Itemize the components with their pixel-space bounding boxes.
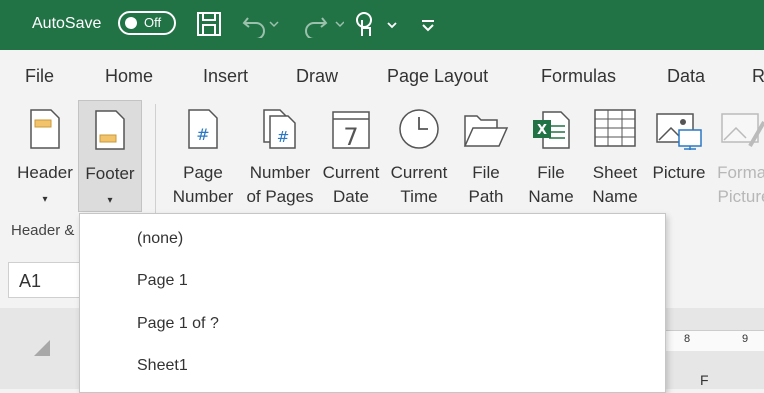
sheet-name-label-1: Sheet <box>592 163 638 182</box>
undo-icon[interactable] <box>240 10 280 38</box>
autosave-toggle[interactable]: Off <box>118 11 176 35</box>
column-header[interactable]: F <box>700 372 709 388</box>
sheet-grid-icon <box>593 108 637 155</box>
format-picture-label-2: Picture <box>717 187 764 206</box>
picture-icon <box>655 108 703 157</box>
ruler-mark: 9 <box>742 333 749 345</box>
footer-icon <box>94 109 126 158</box>
tab-data[interactable]: Data <box>667 66 705 87</box>
tab-draw[interactable]: Draw <box>296 66 338 87</box>
page-number-label-1: Page <box>183 163 223 182</box>
tab-file[interactable]: File <box>25 66 54 87</box>
chevron-down-icon: ▾ <box>107 195 113 206</box>
svg-text:7: 7 <box>343 123 358 150</box>
number-of-pages-label-1: Number <box>249 163 311 182</box>
format-picture-icon <box>720 108 764 157</box>
current-date-label-1: Current <box>322 163 380 182</box>
calendar-icon: 7 <box>331 108 371 157</box>
svg-text:#: # <box>196 125 209 144</box>
file-name-label-2: Name <box>528 187 574 206</box>
folder-icon <box>463 108 509 157</box>
sheet-name-button[interactable]: Sheet Name <box>584 100 646 212</box>
save-icon[interactable] <box>196 10 222 38</box>
tab-review[interactable]: R <box>752 66 764 87</box>
sheet-name-label-2: Name <box>592 187 638 206</box>
svg-text:#: # <box>277 128 290 146</box>
number-of-pages-label-2: of Pages <box>246 187 314 206</box>
ruler: 8 9 <box>660 330 764 351</box>
format-picture-label-1: Format <box>717 163 764 182</box>
footer-dropdown-menu: (none) Page 1 Page 1 of ? Sheet1 <box>79 213 666 393</box>
excel-file-icon: X <box>531 108 571 157</box>
header-button[interactable]: Header ▾ <box>12 100 78 215</box>
customize-qat-icon[interactable] <box>420 10 436 38</box>
current-time-label-1: Current <box>390 163 448 182</box>
menu-item-page-1-of[interactable]: Page 1 of ? <box>137 315 219 333</box>
file-path-button[interactable]: File Path <box>456 100 516 212</box>
header-label: Header <box>17 163 73 182</box>
file-path-label-2: Path <box>468 187 504 206</box>
footer-label: Footer <box>85 164 135 183</box>
number-of-pages-button[interactable]: # Number of Pages <box>244 100 316 212</box>
touch-mode-icon[interactable] <box>352 10 402 40</box>
tab-page-layout[interactable]: Page Layout <box>387 66 488 87</box>
file-path-label-1: File <box>472 163 500 182</box>
menu-item-page-1[interactable]: Page 1 <box>137 272 188 290</box>
svg-text:X: X <box>537 123 547 138</box>
footer-button[interactable]: Footer ▾ <box>78 100 142 212</box>
file-name-button[interactable]: X File Name <box>520 100 582 212</box>
number-of-pages-icon: # <box>262 108 298 157</box>
autosave-label: AutoSave <box>32 15 102 32</box>
picture-label: Picture <box>652 163 706 182</box>
ribbon-tabs: File Home Insert Draw Page Layout Formul… <box>0 50 764 100</box>
current-date-label-2: Date <box>333 187 369 206</box>
page-number-button[interactable]: # Page Number <box>168 100 238 212</box>
tab-insert[interactable]: Insert <box>203 66 248 87</box>
toggle-knob <box>125 17 137 29</box>
clock-icon <box>397 108 441 159</box>
tab-home[interactable]: Home <box>105 66 153 87</box>
menu-item-sheet1[interactable]: Sheet1 <box>137 357 188 375</box>
redo-icon[interactable] <box>300 10 344 38</box>
chevron-down-icon: ▾ <box>42 194 48 205</box>
title-bar: AutoSave Off <box>0 0 764 50</box>
file-name-label-1: File <box>537 163 565 182</box>
header-icon <box>29 108 61 157</box>
select-all-corner[interactable] <box>34 340 50 356</box>
picture-button[interactable]: Picture <box>648 100 710 212</box>
name-box-value: A1 <box>19 271 42 291</box>
page-number-label-2: Number <box>172 187 234 206</box>
page-number-icon: # <box>187 108 219 157</box>
ruler-mark: 8 <box>684 333 691 345</box>
current-time-button[interactable]: Current Time <box>386 100 452 212</box>
menu-item-none[interactable]: (none) <box>137 230 183 248</box>
group-label: Header & <box>11 222 75 239</box>
tab-formulas[interactable]: Formulas <box>541 66 616 87</box>
autosave-state: Off <box>144 15 162 30</box>
format-picture-button[interactable]: Format Picture <box>712 100 764 212</box>
current-date-button[interactable]: 7 Current Date <box>318 100 384 212</box>
current-time-label-2: Time <box>400 187 438 206</box>
